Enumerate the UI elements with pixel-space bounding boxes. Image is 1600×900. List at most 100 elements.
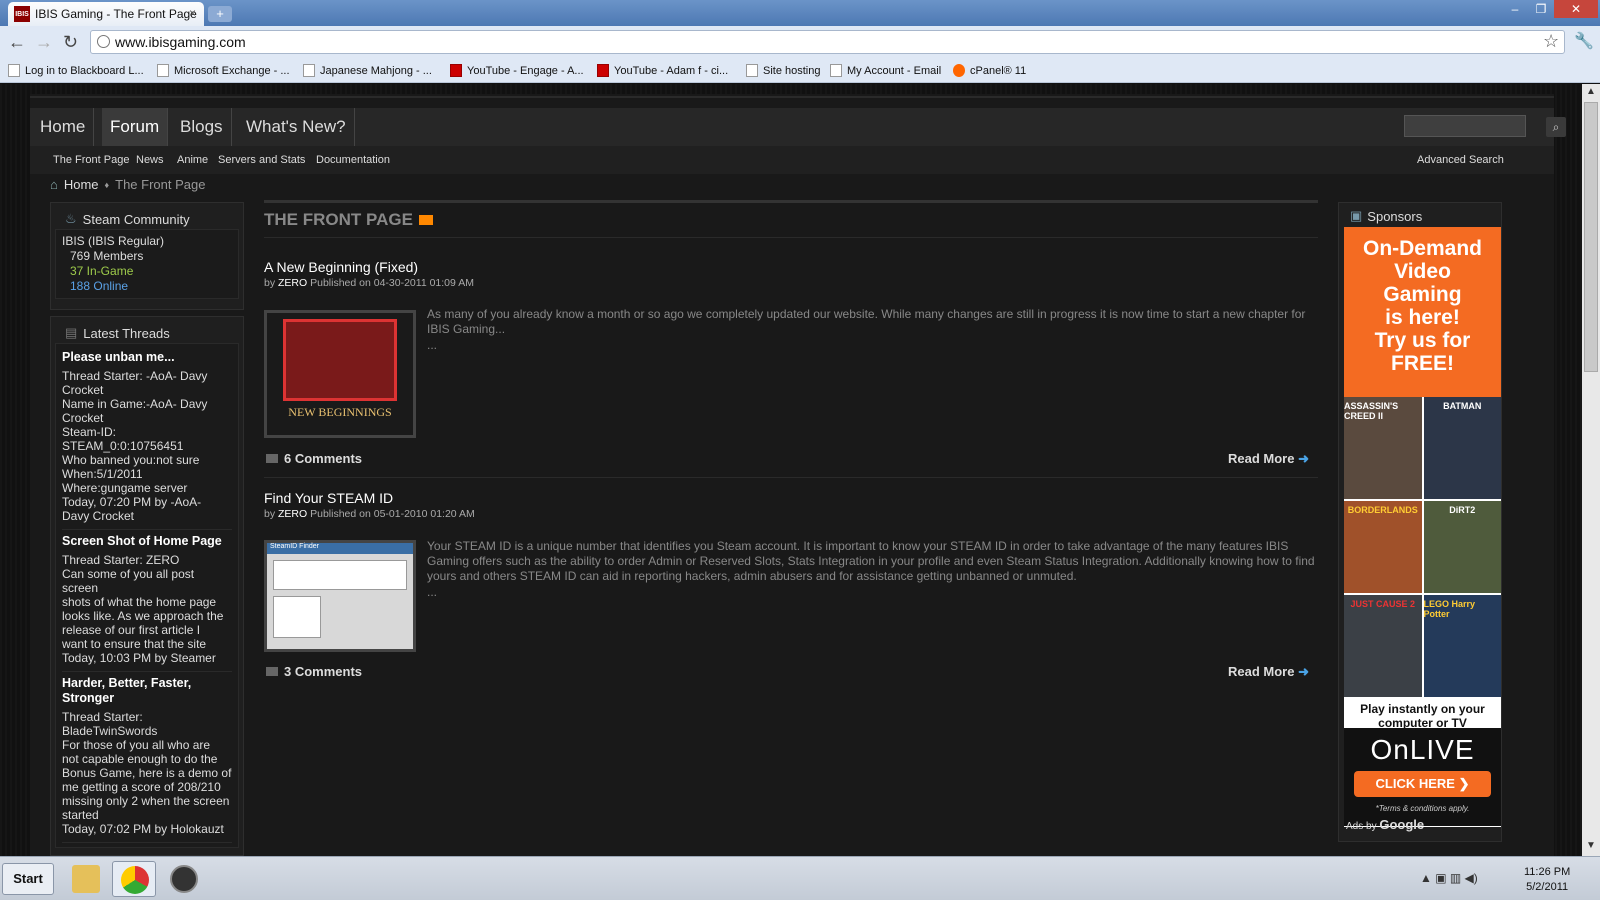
reload-button[interactable]: ↻ [63, 32, 78, 53]
bookmark-mahjong[interactable]: Japanese Mahjong - ... [303, 64, 432, 77]
ad-play-text: Play instantly on your computer or TV [1360, 702, 1485, 730]
bookmark-label: cPanel® 11 [970, 64, 1027, 77]
steam-panel-title: Steam Community [82, 211, 190, 227]
nav-home[interactable]: Home [32, 108, 95, 146]
comments-link[interactable]: 3 Comments [266, 664, 362, 679]
search-input[interactable] [1404, 115, 1526, 137]
thread-title[interactable]: Harder, Better, Faster, Stronger [62, 676, 232, 706]
folder-icon [72, 865, 100, 893]
game-tile: BATMAN [1423, 397, 1501, 499]
tab-close-icon[interactable]: × [189, 6, 196, 20]
bookmark-label: Site hosting [763, 64, 821, 77]
start-button[interactable]: Start [2, 863, 54, 895]
tab-ibis-front-page[interactable]: IBIS IBIS Gaming - The Front Page × [8, 2, 204, 26]
advanced-search-link[interactable]: Advanced Search [1417, 154, 1504, 166]
minimize-button[interactable]: – [1502, 0, 1528, 18]
wrench-menu-icon[interactable]: 🔧 [1574, 31, 1594, 51]
window-titlebar: IBIS IBIS Gaming - The Front Page × + – … [0, 0, 1600, 26]
breadcrumb-current: The Front Page [115, 177, 206, 192]
thumb-caption: NEW BEGINNINGS [288, 405, 392, 419]
comments-count: 6 Comments [284, 451, 363, 466]
article-author[interactable]: ZERO [278, 277, 307, 289]
bookmark-blackboard[interactable]: Log in to Blackboard L... [8, 64, 144, 77]
thread-title[interactable]: Screen Shot of Home Page [62, 534, 232, 549]
bookmark-label: YouTube - Adam f - ci... [614, 64, 729, 77]
home-icon[interactable]: ⌂ [50, 177, 58, 192]
steam-ingame: 37 In-Game [70, 264, 134, 278]
cpanel-icon [953, 64, 965, 77]
bookmark-youtube-adam[interactable]: YouTube - Adam f - ci... [597, 64, 728, 77]
maximize-button[interactable]: ❐ [1528, 0, 1554, 18]
bookmark-my-account[interactable]: My Account - Email [830, 64, 941, 77]
sponsors-title: Sponsors [1367, 208, 1423, 224]
thread-item[interactable]: Harder, Better, Faster, Stronger Thread … [62, 672, 232, 843]
thumb-listbox [273, 596, 321, 638]
taskbar-explorer[interactable] [64, 861, 108, 897]
back-button[interactable]: ← [8, 32, 26, 53]
new-tab-button[interactable]: + [208, 6, 232, 22]
scroll-down-arrow-icon[interactable]: ▼ [1586, 840, 1596, 851]
taskbar-steam[interactable] [162, 861, 206, 897]
steam-panel-body: IBIS (IBIS Regular) 769 Members 37 In-Ga… [55, 229, 239, 299]
taskbar-chrome[interactable] [112, 861, 156, 897]
bookmark-cpanel[interactable]: cPanel® 11 [953, 64, 1026, 77]
forward-button[interactable]: → [35, 32, 53, 53]
byline-prefix: by [264, 277, 276, 289]
breadcrumb-home[interactable]: Home [64, 177, 99, 192]
article-ellipsis: ... [427, 338, 438, 352]
system-tray[interactable]: ▲ ▣ ▥ ◀) [1420, 871, 1478, 885]
ad-click-here-button[interactable]: CLICK HERE ❯ [1354, 771, 1491, 797]
thread-item[interactable]: Please unban me... Thread Starter: -AoA-… [62, 346, 232, 530]
thumb-caption: SteamID Finder [267, 543, 413, 554]
bookmark-youtube-engage[interactable]: YouTube - Engage - A... [450, 64, 584, 77]
close-window-button[interactable]: ✕ [1554, 0, 1598, 18]
steam-group-name[interactable]: IBIS (IBIS Regular) [62, 234, 232, 249]
bookmark-site-hosting[interactable]: Site hosting [746, 64, 820, 77]
subnav-documentation[interactable]: Documentation [316, 154, 390, 166]
globe-icon [97, 35, 110, 48]
article-thumbnail[interactable]: NEW BEGINNINGS [264, 310, 416, 438]
thread-title[interactable]: Please unban me... [62, 350, 232, 365]
bookmark-exchange[interactable]: Microsoft Exchange - ... [157, 64, 290, 77]
comment-icon [266, 667, 278, 676]
bookmark-star-icon[interactable]: ☆ [1543, 31, 1559, 52]
page-icon [746, 64, 758, 77]
read-more-link[interactable]: Read More ➜ [1228, 664, 1309, 680]
bookmark-label: Log in to Blackboard L... [25, 64, 144, 77]
arrow-right-icon: ➜ [1298, 664, 1309, 679]
game-tile: DiRT2 [1423, 501, 1501, 593]
thumb-textbox [273, 560, 407, 590]
read-more-link[interactable]: Read More ➜ [1228, 451, 1309, 467]
ads-by-google[interactable]: Ads by Google [1346, 817, 1424, 832]
article-title[interactable]: A New Beginning (Fixed) [264, 259, 418, 275]
read-more-label: Read More [1228, 451, 1295, 466]
nav-blogs[interactable]: Blogs [172, 108, 232, 146]
person-icon [8, 64, 20, 77]
subnav-anime[interactable]: Anime [177, 154, 208, 166]
rss-icon[interactable] [418, 215, 433, 225]
thread-item[interactable]: Screen Shot of Home Page Thread Starter:… [62, 530, 232, 672]
page-scrollbar[interactable]: ▲ ▼ [1582, 84, 1600, 856]
sub-nav: The Front Page News Anime Servers and St… [30, 146, 1554, 174]
subnav-front-page[interactable]: The Front Page [53, 154, 129, 166]
clock[interactable]: 11:26 PM 5/2/2011 [1524, 865, 1570, 895]
article-byline: by ZERO Published on 04-30-2011 01:09 AM [264, 277, 474, 289]
onlive-ad[interactable]: On-Demand Video Gaming is here! Try us f… [1344, 227, 1501, 827]
comments-link[interactable]: 6 Comments [266, 451, 362, 466]
article-excerpt: As many of you already know a month or s… [427, 307, 1306, 336]
nav-forum[interactable]: Forum [102, 108, 169, 146]
chrome-icon [121, 866, 149, 894]
thread-time: Today, 07:02 PM by Holokauzt [62, 822, 224, 836]
thread-body: Thread Starter: -AoA- Davy Crocket Name … [62, 369, 208, 495]
scroll-up-arrow-icon[interactable]: ▲ [1586, 86, 1596, 97]
search-icon[interactable]: ⌕ [1546, 117, 1566, 137]
address-bar[interactable]: www.ibisgaming.com [90, 30, 1565, 54]
article-thumbnail[interactable]: SteamID Finder [264, 540, 416, 652]
nav-whats-new[interactable]: What's New? [238, 108, 355, 146]
steam-panel-header: ♨ Steam Community [51, 203, 243, 229]
scroll-thumb[interactable] [1584, 102, 1598, 372]
subnav-news[interactable]: News [136, 154, 164, 166]
article-author[interactable]: ZERO [278, 508, 307, 520]
subnav-servers[interactable]: Servers and Stats [218, 154, 305, 166]
article-title[interactable]: Find Your STEAM ID [264, 490, 393, 506]
